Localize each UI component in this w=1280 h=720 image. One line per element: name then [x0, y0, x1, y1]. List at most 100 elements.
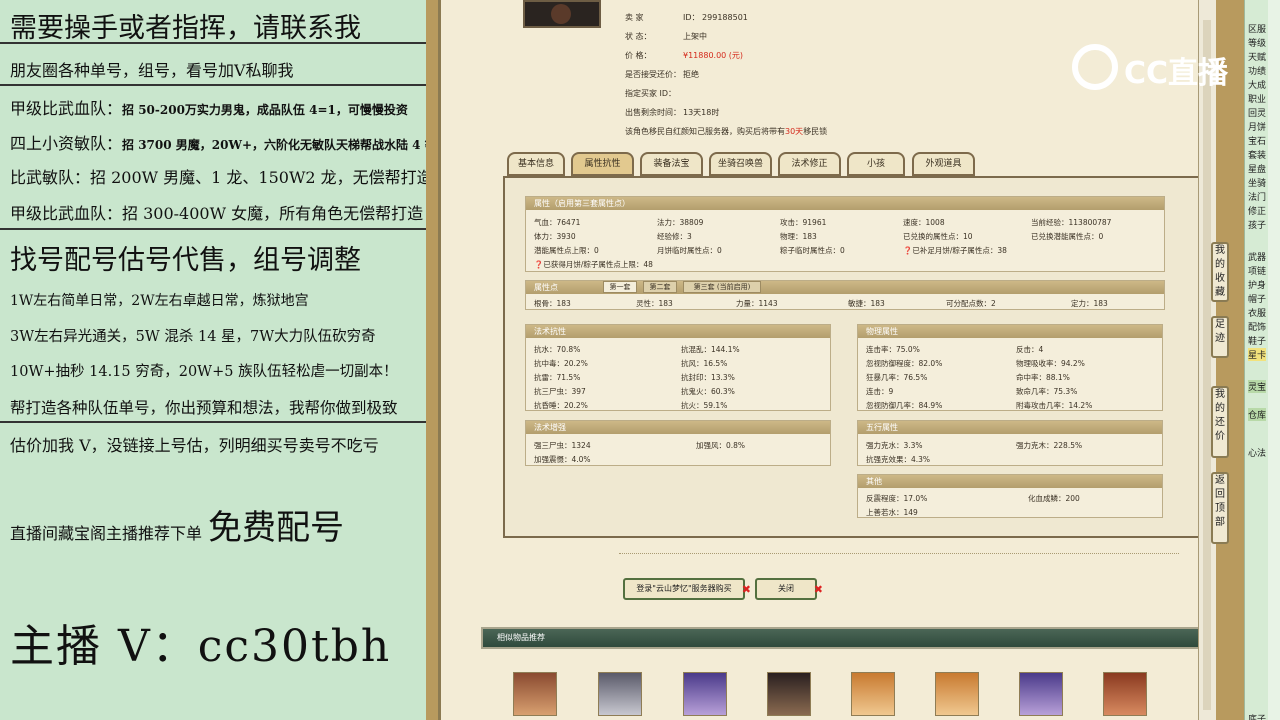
note-item: 宝石: [1248, 137, 1267, 147]
buy-button[interactable]: 登录"云山梦忆"服务器购买 ✖: [623, 578, 751, 600]
overlay-line: 朋友圈各种单号，组号，看号加V私聊我: [10, 61, 294, 80]
price-row: 价 格： ¥11880.00 (元): [625, 51, 744, 60]
buyer-row: 指定买家 ID：: [625, 89, 677, 98]
overlay-line: 甲级比武血队：招 50-200万实力男鬼，成品队伍 4=1，可慢慢投资: [10, 99, 408, 118]
section-header: 物理属性: [858, 325, 1162, 338]
tab-basic-info[interactable]: 基本信息: [507, 152, 565, 176]
main-attributes: 属性（启用第三套属性点） 气血：76471 法力：38809 攻击：91961 …: [525, 196, 1165, 272]
stat: 反震程度：17.0%: [866, 494, 928, 503]
stat: 速度：1008: [903, 218, 945, 227]
divider: [0, 228, 426, 230]
note-item: 大成: [1248, 81, 1267, 91]
item-thumbnail[interactable]: [683, 672, 727, 716]
overlay-line: 10W+抽秒 14.15 穷奇，20W+5 族队伍轻松虐一切副本！: [10, 364, 398, 380]
item-thumbnail[interactable]: [851, 672, 895, 716]
scroll-track[interactable]: [1203, 20, 1211, 710]
physical-attributes: 物理属性 连击率：75.0% 忽视防御程度：82.0% 狂暴几率：76.5% 连…: [857, 324, 1163, 411]
stat: 气血：76471: [534, 218, 581, 227]
footprint-button[interactable]: 足迹: [1211, 316, 1229, 358]
close-icon: ✖: [741, 583, 751, 596]
note-item: 星盘: [1248, 165, 1267, 175]
stat: 已兑换潜能属性点：0: [1031, 232, 1104, 241]
note-item: 底子: [1248, 715, 1267, 720]
overlay-line: 1W左右简单日常，2W左右卓越日常，炼狱地宫: [10, 293, 309, 309]
note-item: 区服: [1248, 25, 1267, 35]
remain-row: 出售剩余时间： 13天18时: [625, 108, 720, 117]
item-thumbnail[interactable]: [767, 672, 811, 716]
item-thumbnail[interactable]: [1103, 672, 1147, 716]
seller-row: 卖 家 ID： 299188501: [625, 13, 748, 22]
stat: 物理吸收率：94.2%: [1016, 359, 1085, 368]
section-header: 法术增强: [526, 421, 830, 434]
stat: 加强风：0.8%: [696, 441, 746, 450]
note-item: 孩子: [1248, 221, 1267, 231]
item-thumbnail[interactable]: [1019, 672, 1063, 716]
stat: 抗雷：71.5%: [534, 373, 581, 382]
similar-items-header: 相似物品推荐: [481, 627, 1203, 649]
section-header: 属性（启用第三套属性点）: [526, 197, 1164, 210]
stat: 法力：38809: [657, 218, 704, 227]
other-attributes: 其他 反震程度：17.0% 化血成鳞：200 上善若水：149: [857, 474, 1163, 518]
stat: 忽视防御程度：82.0%: [866, 359, 943, 368]
stat: 连击率：75.0%: [866, 345, 920, 354]
stat: 粽子临时属性点：0: [780, 246, 845, 255]
stream-overlay: 需要操手或者指挥，请联系我 朋友圈各种单号，组号，看号加V私聊我 甲级比武血队：…: [0, 0, 449, 720]
note-item: 职业: [1248, 95, 1267, 105]
tab-mounts-pets[interactable]: 坐骑召唤兽: [709, 152, 772, 176]
note-item: 星卡: [1248, 348, 1267, 361]
note-item: 仓库: [1248, 408, 1267, 421]
item-thumbnail[interactable]: [513, 672, 557, 716]
stat: 经验修：3: [657, 232, 692, 241]
stat: 连击：9: [866, 387, 894, 396]
tab-appearance[interactable]: 外观道具: [912, 152, 975, 176]
overlay-line: 四上小资敏队：招 3700 男魔，20W+，六阶化无敏队天梯帮战水陆 4 等 1: [10, 134, 450, 153]
stat: 上善若水：149: [866, 508, 918, 517]
close-button[interactable]: 关闭 ✖: [755, 578, 823, 600]
stat: 抗昏睡：20.2%: [534, 401, 588, 410]
note-item: 功绩: [1248, 67, 1267, 77]
subtab-set-3[interactable]: 第三套 (当前启用): [683, 281, 761, 293]
divider: [0, 42, 426, 44]
tab-spell-mods[interactable]: 法术修正: [778, 152, 841, 176]
spell-resistance: 法术抗性 抗水：70.8% 抗中毒：20.2% 抗雷：71.5% 抗三尸虫：39…: [525, 324, 831, 411]
note-item: 回灵: [1248, 109, 1267, 119]
status-row: 状 态： 上架中: [625, 32, 707, 41]
tab-equipment[interactable]: 装备法宝: [640, 152, 703, 176]
close-icon: ✖: [813, 583, 823, 596]
subtab-set-1[interactable]: 第一套: [603, 281, 637, 293]
back-to-top-button[interactable]: 返回顶部: [1211, 472, 1229, 544]
help-icon[interactable]: ❓: [534, 260, 543, 269]
stat: 当前经验：113800787: [1031, 218, 1112, 227]
stat: 体力：3930: [534, 232, 576, 241]
stat: 抗鬼火：60.3%: [681, 387, 735, 396]
overlay-line: 找号配号估号代售，组号调整: [10, 245, 361, 276]
stat: 抗水：70.8%: [534, 345, 581, 354]
stat: 强三尸虫：1324: [534, 441, 591, 450]
note-item: 等级: [1248, 39, 1267, 49]
subtab-set-2[interactable]: 第二套: [643, 281, 677, 293]
note-item: 月饼: [1248, 123, 1267, 133]
note-item: 项链: [1248, 267, 1267, 277]
item-thumbnail[interactable]: [598, 672, 642, 716]
my-favorites-button[interactable]: 我的收藏: [1211, 242, 1229, 302]
stat: 命中率：88.1%: [1016, 373, 1070, 382]
note-item: 鞋子: [1248, 337, 1267, 347]
note-item: 帽子: [1248, 295, 1267, 305]
note-item: 衣服: [1248, 309, 1267, 319]
cc-live-watermark: CC直播: [1072, 42, 1242, 94]
stat: 反击：4: [1016, 345, 1044, 354]
five-elements: 五行属性 强力克水：3.3% 强力克木：228.5% 抗强克效果：4.3%: [857, 420, 1163, 466]
stat: 攻击：91961: [780, 218, 827, 227]
spell-enhance: 法术增强 强三尸虫：1324 加强风：0.8% 加强震慑：4.0%: [525, 420, 831, 466]
note-item: 法门: [1248, 193, 1267, 203]
note-item: 套装: [1248, 151, 1267, 161]
my-bargain-button[interactable]: 我的还价: [1211, 386, 1229, 458]
right-scrollbar[interactable]: [1268, 0, 1280, 720]
stat: 抗风：16.5%: [681, 359, 728, 368]
item-thumbnail[interactable]: [935, 672, 979, 716]
tab-children[interactable]: 小孩: [847, 152, 905, 176]
stat: 抗中毒：20.2%: [534, 359, 588, 368]
tab-attributes[interactable]: 属性抗性: [571, 152, 634, 176]
help-icon[interactable]: ❓: [903, 246, 912, 255]
page-scrollbar[interactable]: [1198, 0, 1216, 720]
